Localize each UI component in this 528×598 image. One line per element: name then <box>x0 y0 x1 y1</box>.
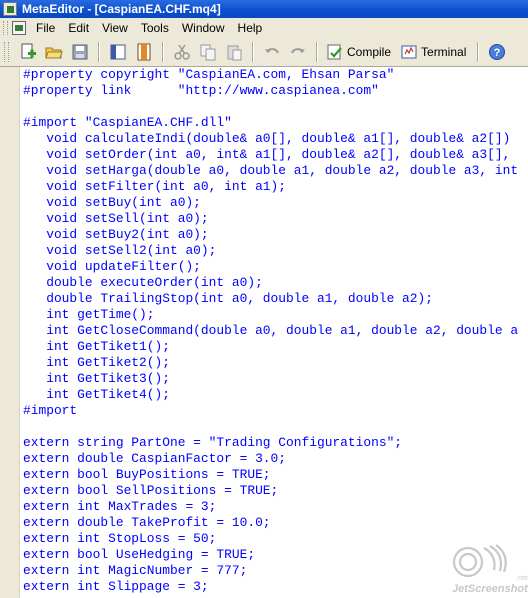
watermark-text: JetScreenshot <box>452 583 528 595</box>
toolbar-separator <box>252 42 254 62</box>
code-line[interactable]: extern int StopLoss = 50; <box>23 531 518 547</box>
code-line[interactable]: void setHarga(double a0, double a1, doub… <box>23 163 518 179</box>
code-line[interactable]: void setOrder(int a0, int& a1[], double&… <box>23 147 518 163</box>
svg-text:?: ? <box>494 47 501 59</box>
compile-button[interactable]: Compile <box>323 41 397 63</box>
code-line[interactable]: double executeOrder(int a0); <box>23 275 518 291</box>
copy-icon <box>200 44 216 61</box>
code-line[interactable]: extern bool UseHedging = TRUE; <box>23 547 518 563</box>
copy-button[interactable] <box>197 41 219 63</box>
save-icon <box>72 44 88 60</box>
navigator-icon <box>110 44 126 60</box>
terminal-button[interactable]: Terminal <box>397 41 472 63</box>
code-line[interactable]: void setFilter(int a0, int a1); <box>23 179 518 195</box>
code-line[interactable]: void updateFilter(); <box>23 259 518 275</box>
code-line[interactable]: #import "CaspianEA.CHF.dll" <box>23 115 518 131</box>
toolbox-button[interactable] <box>133 41 155 63</box>
open-button[interactable] <box>43 41 65 63</box>
menubar-grip[interactable] <box>3 21 8 35</box>
code-line[interactable]: #property copyright "CaspianEA.com, Ehsa… <box>23 67 518 83</box>
menu-help[interactable]: Help <box>234 18 272 38</box>
code-line[interactable]: double TrailingStop(int a0, double a1, d… <box>23 291 518 307</box>
toolbar-separator <box>162 42 164 62</box>
title-bar: MetaEditor - [CaspianEA.CHF.mq4] <box>0 0 528 18</box>
paste-button[interactable] <box>223 41 245 63</box>
watermark-text-tail: .net <box>516 575 528 582</box>
save-button[interactable] <box>69 41 91 63</box>
code-editor[interactable]: #property copyright "CaspianEA.com, Ehsa… <box>20 67 528 598</box>
code-line[interactable]: extern int Slippage = 3; <box>23 579 518 595</box>
code-line[interactable]: void setBuy2(int a0); <box>23 227 518 243</box>
jetscreenshot-watermark: JetScreenshot .net <box>452 544 528 595</box>
code-line[interactable]: void setSell2(int a0); <box>23 243 518 259</box>
help-icon: ? <box>489 44 506 60</box>
toolbar-grip[interactable] <box>4 42 9 62</box>
menu-bar: File Edit View Tools Window Help <box>0 18 528 38</box>
paste-icon <box>227 45 242 61</box>
menu-window[interactable]: Window <box>178 18 234 38</box>
terminal-label: Terminal <box>421 45 467 59</box>
undo-icon <box>265 48 279 54</box>
toolbar-separator <box>98 42 100 62</box>
watermark-logo-icon <box>452 544 507 578</box>
code-line[interactable]: extern double TakeProfit = 10.0; <box>23 515 518 531</box>
document-icon[interactable] <box>12 21 26 35</box>
toolbox-icon <box>137 43 151 61</box>
new-file-button[interactable] <box>17 41 39 63</box>
code-line[interactable]: int GetCloseCommand(double a0, double a1… <box>23 323 518 339</box>
code-line[interactable] <box>23 99 518 115</box>
new-file-icon <box>21 43 36 59</box>
code-text[interactable]: #property copyright "CaspianEA.com, Ehsa… <box>23 67 518 595</box>
toolbar-separator <box>316 42 318 62</box>
code-line[interactable]: extern int MagicNumber = 777; <box>23 563 518 579</box>
code-line[interactable]: void setSell(int a0); <box>23 211 518 227</box>
code-line[interactable]: extern string PartOne = "Trading Configu… <box>23 435 518 451</box>
redo-button[interactable] <box>287 41 309 63</box>
window-title: MetaEditor - [CaspianEA.CHF.mq4] <box>22 2 221 16</box>
code-line[interactable]: int GetTiket3(); <box>23 371 518 387</box>
code-line[interactable]: extern bool SellPositions = TRUE; <box>23 483 518 499</box>
code-line[interactable]: void setBuy(int a0); <box>23 195 518 211</box>
redo-icon <box>291 48 305 54</box>
menu-edit[interactable]: Edit <box>64 18 98 38</box>
cut-icon <box>174 44 190 60</box>
help-button[interactable]: ? <box>486 41 508 63</box>
navigator-button[interactable] <box>107 41 129 63</box>
code-line[interactable]: extern double CaspianFactor = 3.0; <box>23 451 518 467</box>
open-folder-icon <box>45 47 63 59</box>
toolbar-separator <box>477 42 480 62</box>
code-line[interactable]: #property link "http://www.caspianea.com… <box>23 83 518 99</box>
menu-tools[interactable]: Tools <box>137 18 178 38</box>
compile-label: Compile <box>347 45 392 59</box>
menu-file[interactable]: File <box>32 18 64 38</box>
code-line[interactable]: extern bool BuyPositions = TRUE; <box>23 467 518 483</box>
code-line[interactable]: int GetTiket1(); <box>23 339 518 355</box>
code-line[interactable] <box>23 419 518 435</box>
toolbar: Compile Terminal ? <box>0 38 528 67</box>
editor-gutter <box>0 67 20 598</box>
compile-icon <box>327 44 342 60</box>
code-line[interactable]: extern int MaxTrades = 3; <box>23 499 518 515</box>
undo-button[interactable] <box>261 41 283 63</box>
code-line[interactable]: int GetTiket4(); <box>23 387 518 403</box>
code-line[interactable]: #import <box>23 403 518 419</box>
cut-button[interactable] <box>171 41 193 63</box>
terminal-icon <box>401 45 417 59</box>
code-line[interactable]: int GetTiket2(); <box>23 355 518 371</box>
metaeditor-app-icon <box>3 2 17 16</box>
code-line[interactable]: int getTime(); <box>23 307 518 323</box>
code-line[interactable]: void calculateIndi(double& a0[], double&… <box>23 131 518 147</box>
menu-view[interactable]: View <box>98 18 137 38</box>
